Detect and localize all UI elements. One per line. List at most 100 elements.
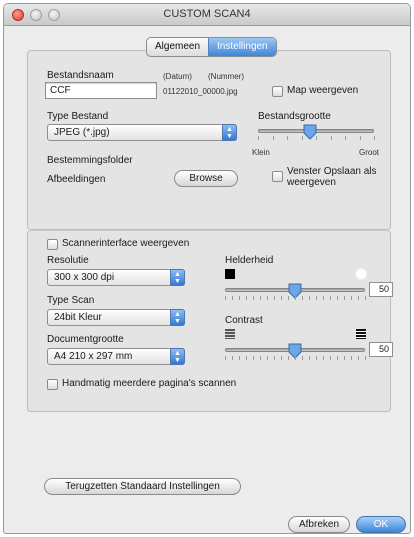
slider-tick <box>309 356 310 360</box>
slider-tick <box>302 296 303 300</box>
slider-tick <box>232 296 233 300</box>
tab-bar: Algemeen Instellingen <box>146 37 277 57</box>
slider-tick <box>365 356 366 360</box>
scan-type-label: Type Scan <box>47 295 95 306</box>
ok-button[interactable]: OK <box>356 516 406 533</box>
contrast-low-icon <box>225 329 235 339</box>
popup-arrows-icon: ▲ ▼ <box>170 348 185 365</box>
file-name-field[interactable]: CCF <box>45 82 157 99</box>
document-size-value: A4 210 x 297 mm <box>54 351 133 362</box>
slider-tick <box>288 296 289 300</box>
save-as-window-label-line2: weergeven <box>287 177 336 188</box>
slider-tick <box>360 136 361 140</box>
title-bar[interactable]: CUSTOM SCAN4 <box>4 4 410 26</box>
slider-tick <box>330 356 331 360</box>
contrast-label: Contrast <box>225 315 263 326</box>
save-as-window-checkbox[interactable] <box>272 171 283 182</box>
slider-tick <box>274 296 275 300</box>
slider-tick <box>225 356 226 360</box>
scan-type-value: 24bit Kleur <box>54 312 102 323</box>
scanner-interface-label: Scannerinterface weergeven <box>62 238 190 249</box>
slider-tick <box>239 296 240 300</box>
file-name-label: Bestandsnaam <box>47 70 114 81</box>
cancel-button[interactable]: Afbreken <box>288 516 350 533</box>
slider-tick <box>246 356 247 360</box>
slider-tick <box>331 136 332 140</box>
slider-tick <box>323 356 324 360</box>
slider-tick <box>337 296 338 300</box>
slider-tick <box>253 356 254 360</box>
tab-algemeen[interactable]: Algemeen <box>147 38 208 56</box>
popup-arrows-icon: ▲ ▼ <box>170 269 185 286</box>
document-size-label: Documentgrootte <box>47 334 124 345</box>
slider-tick <box>330 296 331 300</box>
brightness-value-field[interactable]: 50 <box>369 282 393 297</box>
slider-tick <box>309 296 310 300</box>
slider-tick <box>288 356 289 360</box>
slider-tick <box>316 356 317 360</box>
destination-folder-label: Bestemmingsfolder <box>47 155 133 166</box>
multi-page-checkbox[interactable] <box>47 379 58 390</box>
slider-tick <box>295 296 296 300</box>
brightness-label: Helderheid <box>225 255 274 266</box>
slider-tick <box>351 296 352 300</box>
document-size-select[interactable]: A4 210 x 297 mm ▲ ▼ <box>47 348 185 365</box>
slider-tick <box>345 136 346 140</box>
slider-tick <box>258 136 259 140</box>
slider-tick <box>316 296 317 300</box>
file-name-example: 01122010_00000.jpg <box>163 87 238 96</box>
map-checkbox[interactable] <box>272 86 283 97</box>
slider-tick <box>344 296 345 300</box>
slider-tick <box>302 356 303 360</box>
scan-settings-window: CUSTOM SCAN4 Algemeen Instellingen Besta… <box>3 3 411 534</box>
file-type-value: JPEG (*.jpg) <box>54 127 110 138</box>
slider-tick <box>260 356 261 360</box>
slider-tick <box>246 296 247 300</box>
save-as-window-label: Venster Opslaan als weergeven <box>287 166 377 188</box>
slider-tick <box>253 296 254 300</box>
slider-tick <box>358 296 359 300</box>
window-title: CUSTOM SCAN4 <box>163 8 251 20</box>
slider-tick <box>232 356 233 360</box>
file-type-select[interactable]: JPEG (*.jpg) ▲ ▼ <box>47 124 237 141</box>
slider-tick <box>365 296 366 300</box>
tab-instellingen[interactable]: Instellingen <box>208 38 276 56</box>
file-type-label: Type Bestand <box>47 111 109 122</box>
resolution-value: 300 x 300 dpi <box>54 272 115 283</box>
resolution-label: Resolutie <box>47 255 89 266</box>
slider-tick <box>337 356 338 360</box>
slider-tick <box>351 356 352 360</box>
popup-arrows-icon: ▲ ▼ <box>222 124 237 141</box>
scanner-interface-checkbox[interactable] <box>47 239 58 250</box>
slider-tick <box>374 136 375 140</box>
file-size-min-label: Klein <box>252 148 270 157</box>
popup-arrows-icon: ▲ ▼ <box>170 309 185 326</box>
date-token: (Datum) <box>163 72 192 81</box>
slider-tick <box>358 356 359 360</box>
destination-folder-value: Afbeeldingen <box>47 174 106 185</box>
slider-tick <box>260 296 261 300</box>
contrast-high-icon <box>356 329 366 339</box>
multi-page-label: Handmatig meerdere pagina's scannen <box>62 378 237 389</box>
slider-tick <box>344 356 345 360</box>
slider-tick <box>302 136 303 140</box>
map-checkbox-label: Map weergeven <box>287 85 359 96</box>
brightness-dark-icon <box>225 269 235 279</box>
browse-button[interactable]: Browse <box>174 170 238 187</box>
file-size-max-label: Groot <box>359 148 380 157</box>
slider-tick <box>267 296 268 300</box>
slider-tick <box>281 356 282 360</box>
slider-tick <box>274 356 275 360</box>
resolution-select[interactable]: 300 x 300 dpi ▲ ▼ <box>47 269 185 286</box>
number-token: (Nummer) <box>208 72 244 81</box>
slider-tick <box>273 136 274 140</box>
slider-tick <box>239 356 240 360</box>
file-size-slider-knob[interactable] <box>303 124 317 140</box>
slider-tick <box>295 356 296 360</box>
reset-defaults-button[interactable]: Terugzetten Standaard Instellingen <box>44 478 241 495</box>
scan-type-select[interactable]: 24bit Kleur ▲ ▼ <box>47 309 185 326</box>
slider-tick <box>323 296 324 300</box>
save-as-window-label-line1: Venster Opslaan als <box>287 166 377 177</box>
contrast-value-field[interactable]: 50 <box>369 342 393 357</box>
slider-tick <box>281 296 282 300</box>
